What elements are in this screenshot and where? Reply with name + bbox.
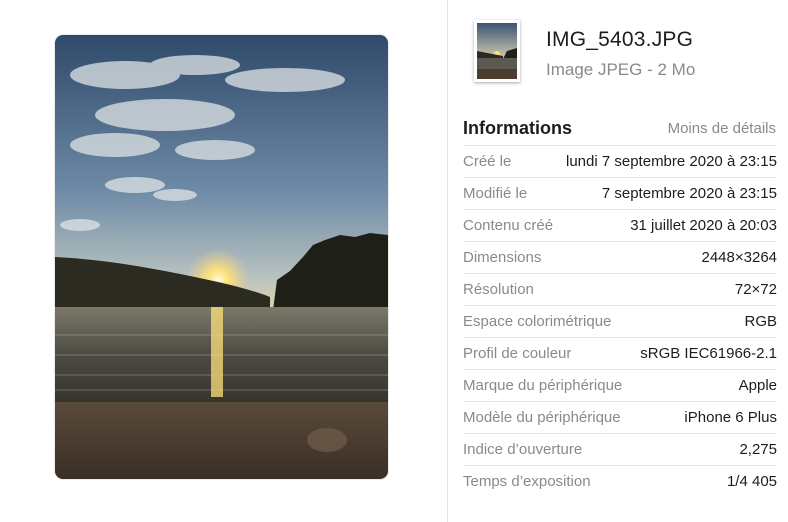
file-name: IMG_5403.JPG xyxy=(546,28,694,51)
info-row-device-model: Modèle du périphérique iPhone 6 Plus xyxy=(463,401,777,433)
info-row-label: Marque du périphérique xyxy=(463,377,623,394)
info-row-resolution: Résolution 72×72 xyxy=(463,273,777,305)
info-row-content-created: Contenu créé 31 juillet 2020 à 20:03 xyxy=(463,209,777,241)
quick-look-window: IMG_5403.JPG Image JPEG - 2 Mo Informati… xyxy=(0,0,788,522)
info-row-label: Profil de couleur xyxy=(463,345,572,362)
info-section-title: Informations xyxy=(463,118,573,138)
info-row-value: iPhone 6 Plus xyxy=(684,409,777,426)
info-row-exposure: Temps d’exposition 1/4 405 xyxy=(463,465,777,497)
preview-pane xyxy=(0,0,447,522)
info-row-value: 7 septembre 2020 à 23:15 xyxy=(601,185,777,202)
info-row-value: lundi 7 septembre 2020 à 23:15 xyxy=(566,153,777,170)
info-row-value: 31 juillet 2020 à 20:03 xyxy=(630,217,777,234)
info-row-value: 2448×3264 xyxy=(701,249,778,266)
info-row-label: Modifié le xyxy=(463,185,528,202)
info-rows: Créé le lundi 7 septembre 2020 à 23:15 M… xyxy=(463,145,777,497)
file-kind-size: Image JPEG - 2 Mo xyxy=(546,60,696,79)
info-row-value: RGB xyxy=(744,313,777,330)
info-row-value: sRGB IEC61966-2.1 xyxy=(640,345,777,362)
less-details-button[interactable]: Moins de détails xyxy=(668,120,776,137)
info-row-value: Apple xyxy=(738,377,777,394)
photo-preview[interactable] xyxy=(55,35,388,479)
info-row-value: 1/4 405 xyxy=(726,473,777,490)
info-row-label: Temps d’exposition xyxy=(463,473,591,490)
info-row-created: Créé le lundi 7 septembre 2020 à 23:15 xyxy=(463,145,777,177)
info-row-label: Espace colorimétrique xyxy=(463,313,612,330)
info-row-device-make: Marque du périphérique Apple xyxy=(463,369,777,401)
sunset-lake-photo xyxy=(55,35,388,479)
info-row-modified: Modifié le 7 septembre 2020 à 23:15 xyxy=(463,177,777,209)
info-row-color-profile: Profil de couleur sRGB IEC61966-2.1 xyxy=(463,337,777,369)
info-row-label: Indice d’ouverture xyxy=(463,441,583,458)
info-row-color-space: Espace colorimétrique RGB xyxy=(463,305,777,337)
info-row-label: Créé le xyxy=(463,153,512,170)
thumbnail-image xyxy=(477,23,517,79)
info-section-header: Informations Moins de détails xyxy=(463,115,776,145)
info-row-label: Dimensions xyxy=(463,249,542,266)
info-pane: IMG_5403.JPG Image JPEG - 2 Mo Informati… xyxy=(448,0,788,522)
info-row-aperture: Indice d’ouverture 2,275 xyxy=(463,433,777,465)
info-row-value: 72×72 xyxy=(734,281,777,298)
info-row-label: Modèle du périphérique xyxy=(463,409,621,426)
info-row-dimensions: Dimensions 2448×3264 xyxy=(463,241,777,273)
info-row-label: Résolution xyxy=(463,281,534,298)
info-row-value: 2,275 xyxy=(739,441,777,458)
info-row-label: Contenu créé xyxy=(463,217,554,234)
file-thumbnail xyxy=(474,20,520,82)
